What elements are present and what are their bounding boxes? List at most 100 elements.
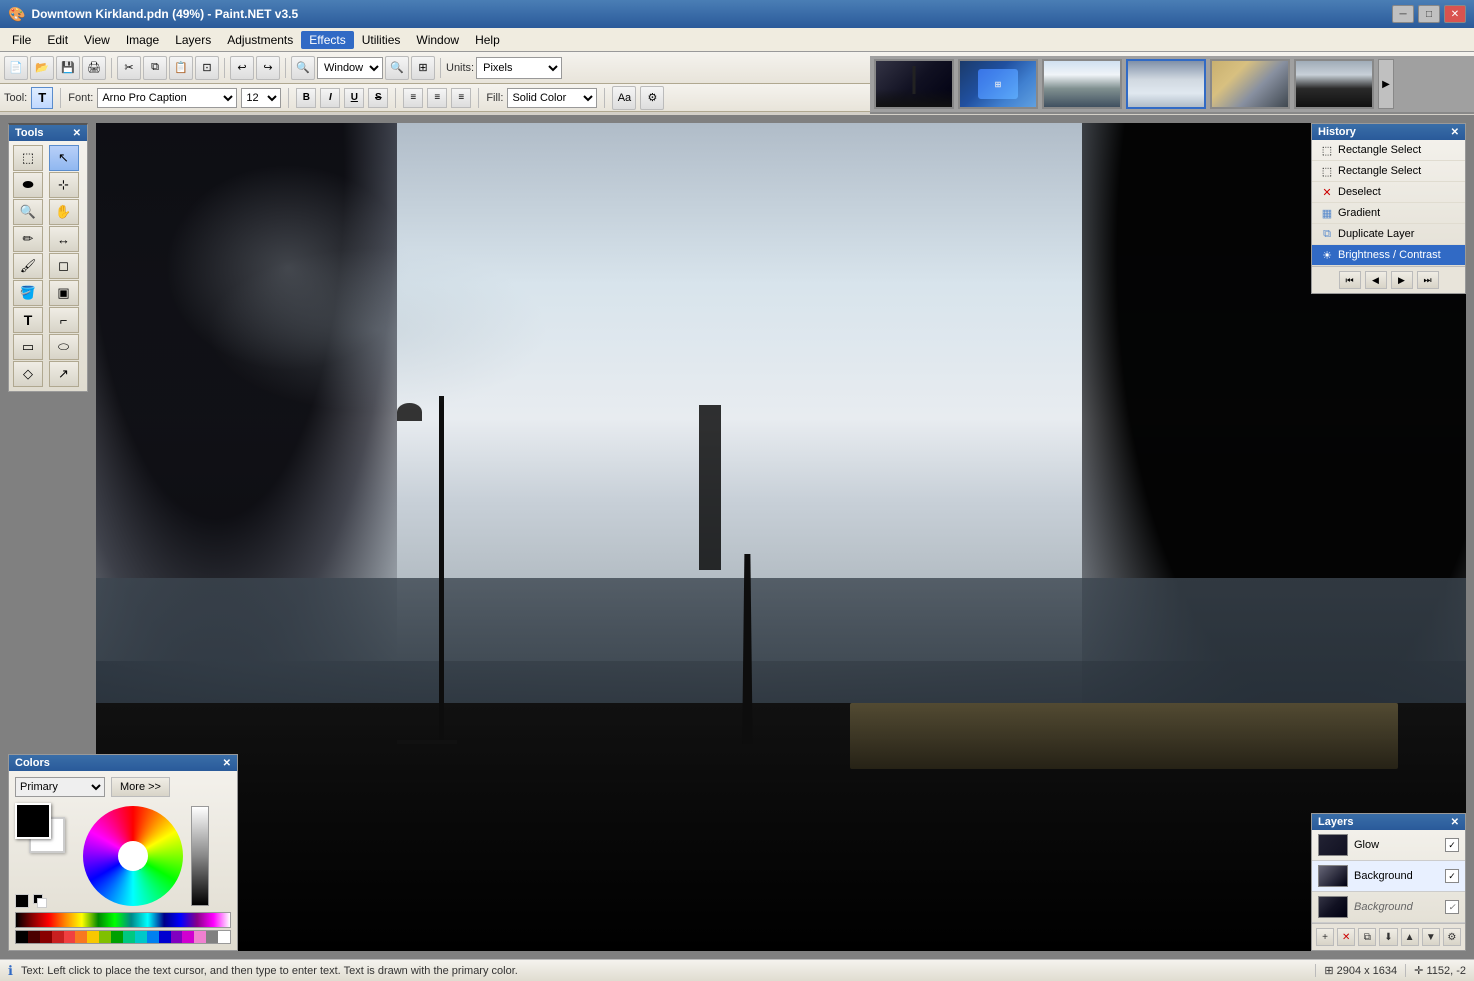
layer-visibility-glow[interactable]: ✓ [1445,838,1459,852]
history-prev-button[interactable]: ◀ [1365,271,1387,289]
color-mode-select[interactable]: Primary Secondary [15,777,105,797]
history-item-2[interactable]: ✕ Deselect [1312,182,1465,203]
palette-blue[interactable] [159,931,171,943]
palette-cyan[interactable] [135,931,147,943]
underline-button[interactable]: U [344,88,364,108]
layers-close-icon[interactable]: ✕ [1451,817,1459,828]
layer-item-glow[interactable]: Glow ✓ [1312,830,1465,861]
paintbrush-tool-btn[interactable]: 🖌 [13,253,43,279]
fill-mode-select[interactable]: Solid Color Gradient [507,88,597,108]
history-item-5[interactable]: ☀ Brightness / Contrast [1312,245,1465,266]
palette-blue-light[interactable] [147,931,159,943]
zoom-out-button[interactable]: 🔍 [291,56,315,80]
zoom-in-button[interactable]: 🔍 [385,56,409,80]
menu-window[interactable]: Window [408,31,467,49]
menu-layers[interactable]: Layers [167,31,219,49]
rectangle-select-tool-btn[interactable]: ⬚ [13,145,43,171]
minimize-button[interactable]: ─ [1392,5,1414,23]
menu-view[interactable]: View [76,31,118,49]
thumbnail-4[interactable] [1126,59,1206,109]
zoom-tool-btn[interactable]: 🔍 [13,199,43,225]
align-left-button[interactable]: ≡ [403,88,423,108]
history-last-button[interactable]: ⏭ [1417,271,1439,289]
line-curve-tool-btn[interactable]: ⌐ [49,307,79,333]
colors-close-icon[interactable]: ✕ [223,758,231,769]
menu-adjustments[interactable]: Adjustments [219,31,301,49]
rendering-button[interactable]: ⚙ [640,86,664,110]
align-right-button[interactable]: ≡ [451,88,471,108]
thumbnail-5[interactable] [1210,59,1290,109]
font-family-select[interactable]: Arno Pro Caption [97,88,237,108]
color-wheel[interactable] [83,806,183,906]
menu-edit[interactable]: Edit [39,31,76,49]
palette-pink[interactable] [194,931,206,943]
magic-wand-tool-btn[interactable]: ⊹ [49,172,79,198]
gradient-tool-btn[interactable]: ▣ [49,280,79,306]
layer-visibility-background-base[interactable]: ✓ [1445,900,1459,914]
menu-help[interactable]: Help [467,31,508,49]
history-item-0[interactable]: ⬚ Rectangle Select [1312,140,1465,161]
menu-file[interactable]: File [4,31,39,49]
menu-utilities[interactable]: Utilities [354,31,409,49]
color-palette-strip[interactable] [15,912,231,928]
thumbnail-scroll-right[interactable]: ▶ [1378,59,1394,109]
units-select[interactable]: Pixels Inches Centimeters [476,57,562,79]
palette-white[interactable] [218,931,230,943]
pan-tool-btn[interactable]: ✋ [49,199,79,225]
cut-button[interactable]: ✂ [117,56,141,80]
paste-button[interactable]: 📋 [169,56,193,80]
strikethrough-button[interactable]: S [368,88,388,108]
font-size-select[interactable]: 12 [241,88,281,108]
eraser-tool-btn[interactable]: ◻ [49,253,79,279]
palette-darkred[interactable] [28,931,40,943]
history-close-icon[interactable]: ✕ [1451,127,1459,138]
copy-button[interactable]: ⧉ [143,56,167,80]
history-next-button[interactable]: ▶ [1391,271,1413,289]
thumbnail-6[interactable] [1294,59,1374,109]
thumbnail-1[interactable] [874,59,954,109]
close-button[interactable]: ✕ [1444,5,1466,23]
history-item-1[interactable]: ⬚ Rectangle Select [1312,161,1465,182]
paint-bucket-tool-btn[interactable]: 🪣 [13,280,43,306]
canvas-area[interactable] [96,123,1466,951]
palette-magenta[interactable] [182,931,194,943]
palette-red[interactable] [52,931,64,943]
layer-duplicate-button[interactable]: ⧉ [1358,928,1376,946]
palette-teal-green[interactable] [123,931,135,943]
black-swatch[interactable] [15,894,29,908]
palette-orange[interactable] [75,931,87,943]
align-center-button[interactable]: ≡ [427,88,447,108]
shapes-tool-btn[interactable]: ▭ [13,334,43,360]
ellipse-shape-tool-btn[interactable]: ⬭ [49,334,79,360]
grid-button[interactable]: ⊞ [411,56,435,80]
layer-item-background[interactable]: Background ✓ [1312,861,1465,892]
layer-move-down-button[interactable]: ▼ [1422,928,1440,946]
new-button[interactable]: 📄 [4,56,28,80]
palette-green[interactable] [111,931,123,943]
save-button[interactable]: 💾 [56,56,80,80]
pencil-tool-btn[interactable]: ✏ [13,226,43,252]
layer-properties-button[interactable]: ⚙ [1443,928,1461,946]
history-item-4[interactable]: ⧉ Duplicate Layer [1312,224,1465,245]
palette-black[interactable] [16,931,28,943]
text-tool-btn[interactable]: T [13,307,43,333]
menu-image[interactable]: Image [118,31,167,49]
layer-delete-button[interactable]: ✕ [1337,928,1355,946]
freeform-shape-tool-btn[interactable]: ◇ [13,361,43,387]
crop-button[interactable]: ⊡ [195,56,219,80]
italic-button[interactable]: I [320,88,340,108]
print-button[interactable]: 🖨 [82,56,106,80]
antialiasing-button[interactable]: Aa [612,86,636,110]
redo-button[interactable]: ↪ [256,56,280,80]
palette-yellow[interactable] [87,931,99,943]
palette-red-light[interactable] [64,931,76,943]
zoom-mode-select[interactable]: Window 50% 100% [317,57,383,79]
layer-move-up-button[interactable]: ▲ [1401,928,1419,946]
lasso-select-tool-btn[interactable]: ⬬ [13,172,43,198]
move-tool-btn[interactable]: ↖ [49,145,79,171]
maximize-button[interactable]: □ [1418,5,1440,23]
layer-merge-button[interactable]: ⬇ [1379,928,1397,946]
color-brightness-bar[interactable] [191,806,209,906]
more-colors-button[interactable]: More >> [111,777,170,797]
palette-purple[interactable] [171,931,183,943]
